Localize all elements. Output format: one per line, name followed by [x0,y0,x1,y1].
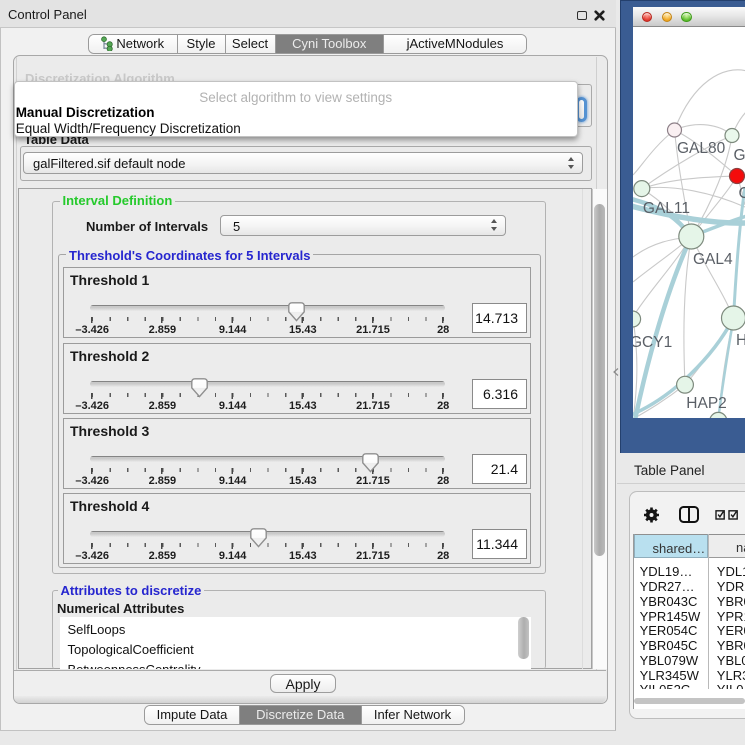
svg-text:GAL3: GAL3 [734,147,745,164]
svg-text:GAL80: GAL80 [677,140,726,157]
svg-text:CYC: CYC [739,185,745,202]
svg-text:GCY1: GCY1 [633,334,672,351]
svg-text:GAL4: GAL4 [693,251,733,268]
svg-text:GAL11: GAL11 [643,200,690,217]
svg-text:HIS: HIS [736,332,745,349]
svg-text:HAP2: HAP2 [686,395,727,412]
